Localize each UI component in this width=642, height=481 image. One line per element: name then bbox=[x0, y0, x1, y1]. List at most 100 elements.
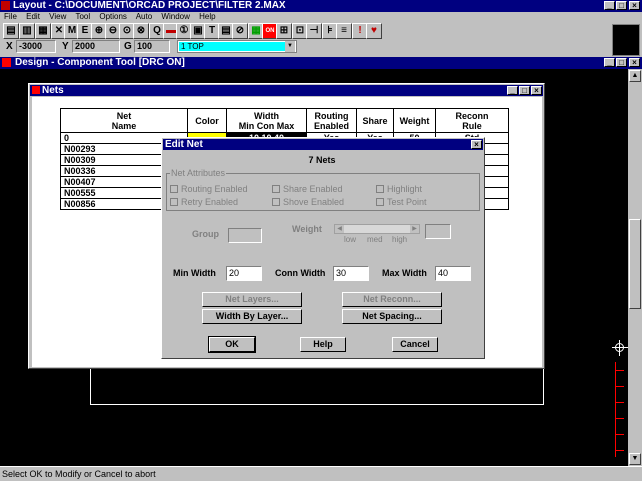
weight-field[interactable] bbox=[425, 224, 451, 239]
share-enabled-label: Share Enabled bbox=[283, 184, 343, 194]
app-icon[interactable] bbox=[1, 1, 10, 10]
menu-edit[interactable]: Edit bbox=[26, 12, 40, 21]
x-label: X bbox=[6, 41, 13, 52]
retry-enabled-label: Retry Enabled bbox=[181, 197, 239, 207]
nets-minimize-icon[interactable]: _ bbox=[507, 86, 518, 95]
dialog-close-icon[interactable]: × bbox=[471, 140, 482, 149]
shove-icon[interactable]: ⊣ bbox=[306, 23, 322, 39]
header-net-name[interactable]: Net Name bbox=[60, 108, 188, 133]
new-icon[interactable]: ▤ bbox=[3, 23, 19, 39]
dialog-heading: 7 Nets bbox=[308, 155, 336, 165]
nets-title: Nets bbox=[42, 85, 64, 96]
menu-auto[interactable]: Auto bbox=[136, 12, 152, 21]
routing-enabled-label: Routing Enabled bbox=[181, 184, 248, 194]
highlight-label: Highlight bbox=[387, 184, 423, 194]
nets-title-bar: Nets _ □ × bbox=[30, 85, 543, 96]
header-routing[interactable]: Routing Enabled bbox=[306, 108, 357, 133]
design-icon bbox=[2, 58, 11, 67]
open-icon[interactable]: ▥ bbox=[19, 23, 35, 39]
reconnect-icon[interactable]: ≡ bbox=[336, 23, 352, 39]
edit-net-title: Edit Net bbox=[165, 139, 203, 150]
conn-width-label: Conn Width bbox=[275, 268, 326, 278]
max-width-label: Max Width bbox=[382, 268, 427, 278]
error-icon[interactable]: ♥ bbox=[366, 23, 382, 39]
shove-enabled-label: Shove Enabled bbox=[283, 197, 345, 207]
routing-enabled-checkbox[interactable] bbox=[170, 185, 178, 193]
net-attributes-label: Net Attributes bbox=[170, 168, 227, 178]
minimize-icon[interactable]: _ bbox=[604, 1, 615, 10]
vertical-scrollbar[interactable]: ▲ ▼ bbox=[628, 69, 642, 466]
scroll-thumb[interactable] bbox=[629, 219, 641, 309]
net-reconn-button[interactable]: Net Reconn... bbox=[342, 292, 442, 307]
menu-options[interactable]: Options bbox=[99, 12, 127, 21]
retry-enabled-checkbox[interactable] bbox=[170, 198, 178, 206]
x-coordinate: -3000 bbox=[16, 40, 56, 53]
crosshair-icon bbox=[612, 340, 628, 356]
menu-file[interactable]: File bbox=[4, 12, 17, 21]
test-point-checkbox[interactable] bbox=[376, 198, 384, 206]
chevron-down-icon[interactable]: ▼ bbox=[285, 41, 295, 52]
net-spacing-button[interactable]: Net Spacing... bbox=[342, 309, 442, 324]
ok-button[interactable]: OK bbox=[208, 336, 256, 353]
weight-high-label: high bbox=[392, 235, 408, 244]
design-title: Design - Component Tool [DRC ON] bbox=[15, 57, 185, 68]
design-title-bar: Design - Component Tool [DRC ON] _ □ × bbox=[0, 57, 642, 69]
menu-view[interactable]: View bbox=[49, 12, 66, 21]
save-icon[interactable]: ▦ bbox=[35, 23, 51, 39]
weight-med-label: med bbox=[367, 235, 383, 244]
menu-bar: File Edit View Tool Options Auto Window … bbox=[0, 12, 642, 22]
cancel-button[interactable]: Cancel bbox=[392, 337, 438, 352]
weight-low-label: low bbox=[344, 235, 357, 244]
slider-left-icon[interactable]: ◀ bbox=[335, 225, 344, 233]
group-field[interactable] bbox=[228, 228, 262, 243]
grid-label: G bbox=[124, 41, 132, 52]
header-share[interactable]: Share bbox=[356, 108, 394, 133]
design-close-icon[interactable]: × bbox=[629, 58, 640, 67]
header-width[interactable]: Width Min Con Max bbox=[226, 108, 307, 133]
group-label: Group bbox=[192, 229, 219, 239]
edit-net-title-bar: Edit Net × bbox=[163, 139, 483, 150]
zoom-area-icon[interactable]: ⊗ bbox=[133, 23, 149, 39]
scroll-up-icon[interactable]: ▲ bbox=[629, 70, 641, 82]
close-icon[interactable]: × bbox=[629, 1, 640, 10]
design-maximize-icon[interactable]: □ bbox=[616, 58, 627, 67]
shove-enabled-checkbox[interactable] bbox=[272, 198, 280, 206]
y-label: Y bbox=[62, 41, 69, 52]
max-width-field[interactable]: 40 bbox=[435, 266, 471, 281]
status-bar: Select OK to Modify or Cancel to abort bbox=[0, 466, 642, 481]
y-coordinate: 2000 bbox=[72, 40, 120, 53]
min-width-label: Min Width bbox=[173, 268, 216, 278]
maximize-icon[interactable]: □ bbox=[616, 1, 627, 10]
slider-right-icon[interactable]: ▶ bbox=[410, 225, 419, 233]
test-point-label: Test Point bbox=[387, 197, 427, 207]
app-title: Layout - C:\DOCUMENT\ORCAD PROJECT\FILTE… bbox=[13, 0, 286, 11]
header-reconn[interactable]: Reconn Rule bbox=[435, 108, 509, 133]
menu-window[interactable]: Window bbox=[161, 12, 189, 21]
nets-maximize-icon[interactable]: □ bbox=[519, 86, 530, 95]
ruler bbox=[615, 362, 627, 457]
header-weight[interactable]: Weight bbox=[393, 108, 436, 133]
edit-net-dialog: Edit Net × 7 Nets Net Attributes Routing… bbox=[161, 137, 485, 359]
design-minimize-icon[interactable]: _ bbox=[604, 58, 615, 67]
menu-tool[interactable]: Tool bbox=[75, 12, 90, 21]
weight-label: Weight bbox=[292, 224, 322, 234]
nets-close-icon[interactable]: × bbox=[531, 86, 542, 95]
app-title-bar: Layout - C:\DOCUMENT\ORCAD PROJECT\FILTE… bbox=[0, 0, 642, 12]
coordinates-bar: X -3000 Y 2000 G 100 1 TOP ▼ bbox=[2, 40, 302, 54]
conn-width-field[interactable]: 30 bbox=[333, 266, 369, 281]
share-enabled-checkbox[interactable] bbox=[272, 185, 280, 193]
header-color[interactable]: Color bbox=[187, 108, 227, 133]
layer-selected: 1 TOP bbox=[179, 42, 285, 51]
net-layers-button[interactable]: Net Layers... bbox=[202, 292, 302, 307]
help-button[interactable]: Help bbox=[300, 337, 346, 352]
width-by-layer-button[interactable]: Width By Layer... bbox=[202, 309, 302, 324]
menu-help[interactable]: Help bbox=[199, 12, 215, 21]
layer-dropdown[interactable]: 1 TOP ▼ bbox=[177, 40, 297, 53]
nets-icon bbox=[32, 86, 40, 94]
weight-slider[interactable]: ◀ ▶ bbox=[334, 224, 420, 234]
connection-icon[interactable]: ⊞ bbox=[276, 23, 292, 39]
via-icon[interactable]: ⊘ bbox=[232, 23, 248, 39]
min-width-field[interactable]: 20 bbox=[226, 266, 262, 281]
scroll-down-icon[interactable]: ▼ bbox=[629, 453, 641, 465]
highlight-checkbox[interactable] bbox=[376, 185, 384, 193]
